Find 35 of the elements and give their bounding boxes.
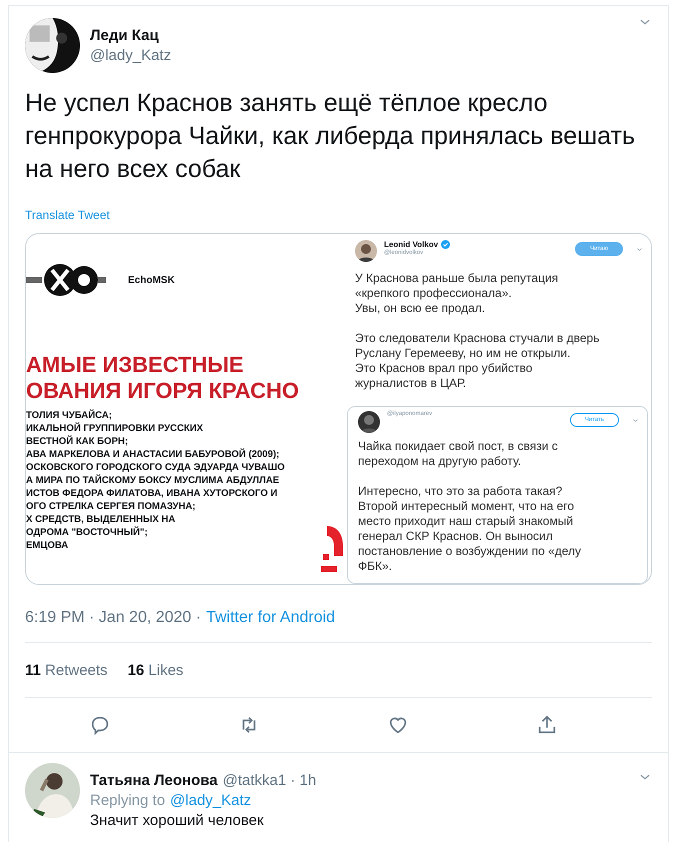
list-line: АВА МАРКЕЛОВА И АНАСТАСИИ БАБУРОВОЙ (2009);: [26, 448, 280, 461]
list-line: ОСКОВСКОГО ГОРОДСКОГО СУДА ЭДУАРДА ЧУВАШО: [26, 461, 285, 474]
author-name[interactable]: Татьяна Леонова: [90, 772, 218, 789]
tweet-text: Не успел Краснов занять ещё тёплое кресло генпрокурора Чайки, как либерда принялась вешать на него всех собак: [25, 88, 636, 185]
list-line: ОДРОМА "ВОСТОЧНЫЙ";: [26, 526, 148, 539]
headline-text: ОВАНИЯ ИГОРЯ КРАСНО: [26, 378, 299, 404]
timestamp: 6:19 PM · Jan 20, 2020 ·: [25, 609, 202, 627]
list-line: ЕМЦОВА: [26, 539, 68, 552]
author-name[interactable]: Леди Кац: [90, 26, 628, 44]
headline-text: АМЫЕ ИЗВЕСТНЫЕ: [26, 352, 244, 378]
replying-label: Replying to: [90, 792, 166, 809]
logo-icon: [26, 261, 106, 299]
mention-link[interactable]: @lady_Katz: [170, 792, 252, 809]
brand-name: EchoMSK: [128, 274, 175, 286]
list-line: ТОЛИЯ ЧУБАЙСА;: [26, 409, 112, 422]
tweet-text: Чайка покидает свой пост, в связи с переходом на другую работу.: [358, 439, 559, 469]
author-name: Leonid Volkov: [384, 240, 438, 249]
list-line: ВЕСТНОЙ КАК БОРН;: [26, 435, 128, 448]
list-line: Х СРЕДСТВ, ВЫДЕЛЕННЫХ НА: [26, 513, 176, 526]
list-line: ОГО СТРЕЛКА СЕРГЕЯ ПОМАЗУНА;: [26, 500, 196, 513]
stat-link[interactable]: 16 Likes: [128, 662, 184, 678]
chevron-down-icon: [636, 246, 643, 253]
list-line: ИКАЛЬНОЙ ГРУППИРОВКИ РУССКИХ: [26, 422, 204, 435]
tweet-text: Интересно, что это за работа такая? Второй интересный момент, что на его место приходит наш старый знакомый генерал СКР Краснов. Он выносил постановление о возбуждении по «делу ФБК».: [358, 484, 582, 574]
tweet-text: Это следователи Краснова стучали в дверь Руслану Геремееву, но им не открыли. Это Краснов врал про убийство журналистов в ЦАР.: [355, 331, 600, 391]
stat-link[interactable]: 11 Retweets: [25, 662, 108, 678]
reply-text: Значит хороший человек: [90, 812, 265, 829]
source-link[interactable]: Twitter for Android: [206, 609, 336, 627]
translate-link[interactable]: Translate Tweet: [25, 208, 110, 222]
list-line: А МИРА ПО ТАЙСКОМУ БОКСУ МУСЛИМА АБДУЛЛАЕ: [26, 474, 280, 487]
author-handle[interactable]: @lady_Katz: [90, 46, 628, 64]
list-line: ИСТОВ ФЕДОРА ФИЛАТОВА, ИВАНА ХУТОРСКОГО И: [26, 487, 278, 500]
chevron-down-icon: [632, 417, 639, 424]
tweet-text: У Краснова раньше была репутация «крепкого профессионала». Увы, он всю ее продал.: [355, 271, 560, 316]
author-handle: @tatkka1 · 1h: [222, 772, 318, 789]
